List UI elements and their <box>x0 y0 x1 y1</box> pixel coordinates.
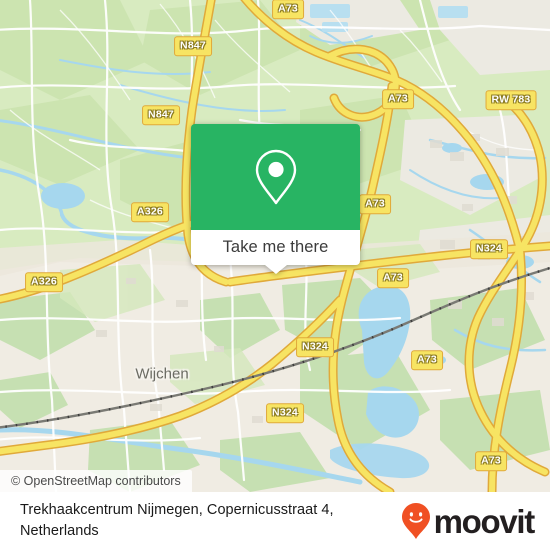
road-shield: A73 <box>377 268 409 288</box>
popup-header <box>191 124 360 230</box>
road-shield: A73 <box>411 350 443 370</box>
road-shield: N324 <box>470 239 508 259</box>
address-text: Trekhaakcentrum Nijmegen, Copernicusstra… <box>20 502 334 539</box>
map-screenshot: A73 N847 N847 A73 RW 783 A326 A73 N324 A326 A73 N3… <box>0 0 550 550</box>
moovit-logo[interactable]: moovit <box>401 502 536 540</box>
road-shield: N324 <box>296 337 334 357</box>
location-popup[interactable]: Take me there <box>191 124 360 274</box>
take-me-there-button[interactable]: Take me there <box>191 230 360 274</box>
take-me-there-label: Take me there <box>222 238 329 256</box>
road-shield: A73 <box>382 89 414 109</box>
moovit-smiley-pin-icon <box>401 503 430 539</box>
osm-attribution[interactable]: © OpenStreetMap contributors <box>0 470 192 492</box>
road-shield: RW 783 <box>485 90 537 110</box>
road-shield: A73 <box>475 451 507 471</box>
place-label: Wijchen <box>135 365 189 383</box>
popup-tail <box>264 265 287 274</box>
road-shield: A73 <box>272 0 304 19</box>
map-pin-icon <box>255 149 296 205</box>
road-shield: A326 <box>25 272 63 292</box>
road-shield: N847 <box>174 36 212 56</box>
road-shield: A326 <box>131 202 169 222</box>
map-canvas[interactable]: A73 N847 N847 A73 RW 783 A326 A73 N324 A326 A73 N3… <box>0 0 550 492</box>
moovit-wordmark: moovit <box>433 502 536 540</box>
road-shield: N324 <box>266 403 304 423</box>
footer-bar: Trekhaakcentrum Nijmegen, Copernicusstra… <box>0 492 550 550</box>
road-shield: A73 <box>359 194 391 214</box>
road-shield: N847 <box>142 105 180 125</box>
